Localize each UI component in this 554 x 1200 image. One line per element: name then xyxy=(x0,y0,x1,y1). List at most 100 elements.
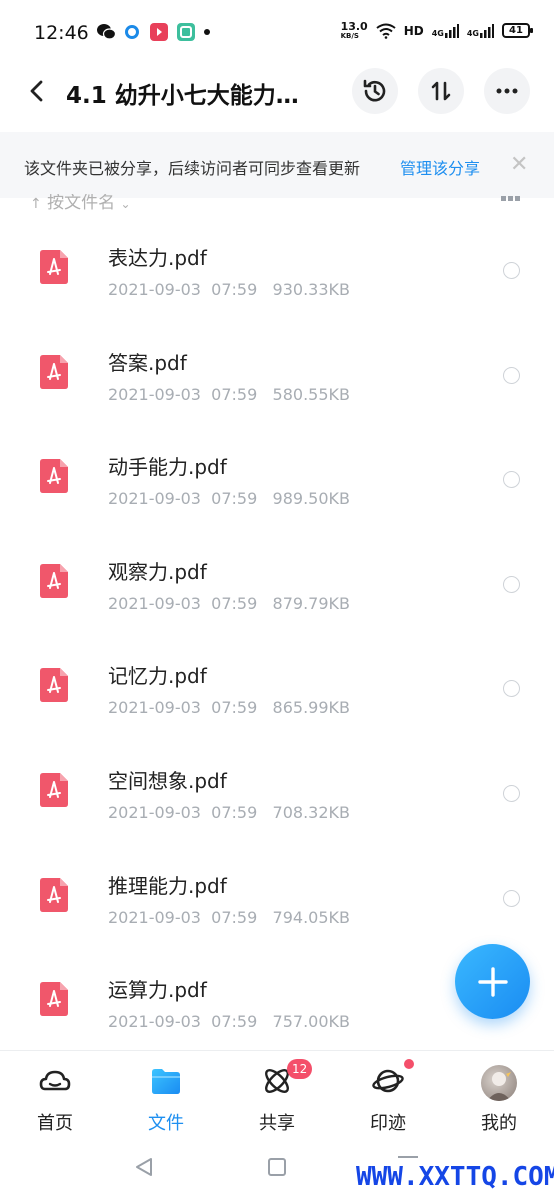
file-name: 观察力.pdf xyxy=(108,559,207,584)
manage-share-link[interactable]: 管理该分享 xyxy=(400,155,480,179)
nav-share-label: 共享 xyxy=(259,1113,295,1134)
pdf-file-icon xyxy=(40,354,68,389)
planet-icon xyxy=(372,1069,404,1093)
wifi-icon xyxy=(376,23,396,39)
folder-icon xyxy=(152,1069,180,1094)
file-name: 运算力.pdf xyxy=(108,978,207,1003)
status-time: 12:46 xyxy=(34,22,89,44)
nav-trace-label: 印迹 xyxy=(370,1113,406,1134)
app-notification-icon xyxy=(125,25,139,39)
sort-by-name-label[interactable]: ↑ 按文件名 ⌄ xyxy=(30,194,131,212)
sort-icon xyxy=(431,81,451,101)
pdf-file-icon xyxy=(40,459,68,494)
file-list: 表达力.pdf 2021-09-03 07:59 930.33KB 答案.pdf… xyxy=(0,212,554,1049)
pdf-file-icon xyxy=(40,877,68,912)
file-row[interactable]: 表达力.pdf 2021-09-03 07:59 930.33KB xyxy=(0,212,554,317)
nav-home[interactable]: 首页 xyxy=(15,1051,95,1141)
file-name: 空间想象.pdf xyxy=(108,768,227,793)
file-meta: 2021-09-03 07:59 989.50KB xyxy=(108,489,350,509)
header: 4.1 幼升小七大能力… xyxy=(0,64,554,128)
pdf-file-icon xyxy=(40,563,68,598)
video-app-icon xyxy=(150,23,168,41)
file-row[interactable]: 记忆力.pdf 2021-09-03 07:59 865.99KB xyxy=(0,630,554,735)
sort-bar: ↑ 按文件名 ⌄ xyxy=(0,194,554,212)
status-indicators: 13.0 KB/S HD 4G 4G 41 xyxy=(341,21,533,40)
file-meta: 2021-09-03 07:59 865.99KB xyxy=(108,698,350,718)
green-app-icon xyxy=(177,23,195,41)
file-name: 推理能力.pdf xyxy=(108,873,227,898)
select-radio[interactable] xyxy=(503,784,520,802)
file-name: 记忆力.pdf xyxy=(108,664,207,689)
select-radio[interactable] xyxy=(503,366,520,384)
file-name: 动手能力.pdf xyxy=(108,455,227,480)
pdf-file-icon xyxy=(40,250,68,284)
more-icon xyxy=(496,88,518,94)
file-meta: 2021-09-03 07:59 580.55KB xyxy=(108,384,350,404)
add-button[interactable] xyxy=(455,944,530,1019)
nav-trace[interactable]: 印迹 xyxy=(348,1051,428,1141)
wechat-icon xyxy=(96,23,117,41)
system-menu-icon[interactable] xyxy=(398,1156,418,1158)
nav-files[interactable]: 文件 xyxy=(126,1051,206,1141)
signal-1-label: 4G xyxy=(431,28,444,38)
nav-files-label: 文件 xyxy=(148,1113,184,1134)
signal-2: 4G xyxy=(466,23,494,38)
notification-dot xyxy=(404,1059,414,1069)
file-row[interactable]: 答案.pdf 2021-09-03 07:59 580.55KB xyxy=(0,317,554,422)
back-button[interactable] xyxy=(22,76,52,106)
select-radio[interactable] xyxy=(503,262,520,279)
file-row[interactable]: 推理能力.pdf 2021-09-03 07:59 794.05KB xyxy=(0,840,554,945)
nav-mine-label: 我的 xyxy=(481,1113,517,1134)
system-back-icon[interactable] xyxy=(133,1156,155,1178)
plus-icon xyxy=(477,966,508,997)
close-icon[interactable]: ✕ xyxy=(510,152,528,177)
file-row[interactable]: 观察力.pdf 2021-09-03 07:59 879.79KB xyxy=(0,526,554,631)
pdf-file-icon xyxy=(40,772,68,807)
page-title: 4.1 幼升小七大能力… xyxy=(66,83,299,109)
net-speed-unit: KB/S xyxy=(340,32,359,40)
history-icon xyxy=(363,79,386,102)
cloud-home-icon xyxy=(39,1070,71,1091)
history-button[interactable] xyxy=(352,68,398,114)
pdf-file-icon xyxy=(40,982,68,1017)
select-radio[interactable] xyxy=(503,575,520,593)
notification-icons xyxy=(96,23,210,41)
file-meta: 2021-09-03 07:59 930.33KB xyxy=(108,280,350,299)
file-name: 表达力.pdf xyxy=(108,246,207,270)
pdf-file-icon xyxy=(40,668,68,703)
nav-share[interactable]: 12 共享 xyxy=(237,1051,317,1141)
share-badge: 12 xyxy=(287,1059,313,1079)
nav-mine[interactable]: 我的 xyxy=(459,1051,539,1141)
file-meta: 2021-09-03 07:59 879.79KB xyxy=(108,593,350,613)
system-home-icon[interactable] xyxy=(268,1158,286,1176)
bottom-nav: 首页 文件 12 共享 印迹 我的 xyxy=(0,1050,554,1140)
share-banner: 该文件夹已被分享，后续访问者可同步查看更新 管理该分享 ✕ xyxy=(0,132,554,198)
net-speed: 13.0 KB/S xyxy=(341,21,368,40)
signal-icon xyxy=(480,23,494,38)
file-meta: 2021-09-03 07:59 794.05KB xyxy=(108,907,350,927)
watermark-text: WWW.XXTTQ.COM xyxy=(356,1162,554,1192)
nav-home-label: 首页 xyxy=(37,1113,73,1134)
select-radio[interactable] xyxy=(503,889,520,907)
more-notifications-dot xyxy=(204,29,210,35)
file-row[interactable]: 空间想象.pdf 2021-09-03 07:59 708.32KB xyxy=(0,735,554,840)
select-radio[interactable] xyxy=(503,680,520,698)
sort-label-text: 按文件名 xyxy=(47,194,116,212)
file-meta: 2021-09-03 07:59 708.32KB xyxy=(108,802,350,822)
file-row[interactable]: 动手能力.pdf 2021-09-03 07:59 989.50KB xyxy=(0,421,554,526)
file-name: 答案.pdf xyxy=(108,350,187,375)
hd-indicator: HD xyxy=(403,23,424,38)
sort-button[interactable] xyxy=(418,68,464,114)
net-speed-value: 13.0 xyxy=(340,20,368,33)
select-radio[interactable] xyxy=(503,471,520,489)
avatar xyxy=(481,1065,517,1101)
chevron-left-icon xyxy=(30,80,43,102)
grid-view-icon[interactable] xyxy=(501,196,521,206)
share-banner-text: 该文件夹已被分享，后续访问者可同步查看更新 xyxy=(24,159,361,178)
signal-2-label: 4G xyxy=(466,28,479,38)
signal-icon xyxy=(444,23,459,38)
file-meta: 2021-09-03 07:59 757.00KB xyxy=(108,1012,350,1032)
battery-icon: 41 xyxy=(502,23,533,38)
status-bar: 12:46 13.0 KB/S HD 4G 4G 41 xyxy=(0,0,554,64)
more-button[interactable] xyxy=(484,68,530,114)
